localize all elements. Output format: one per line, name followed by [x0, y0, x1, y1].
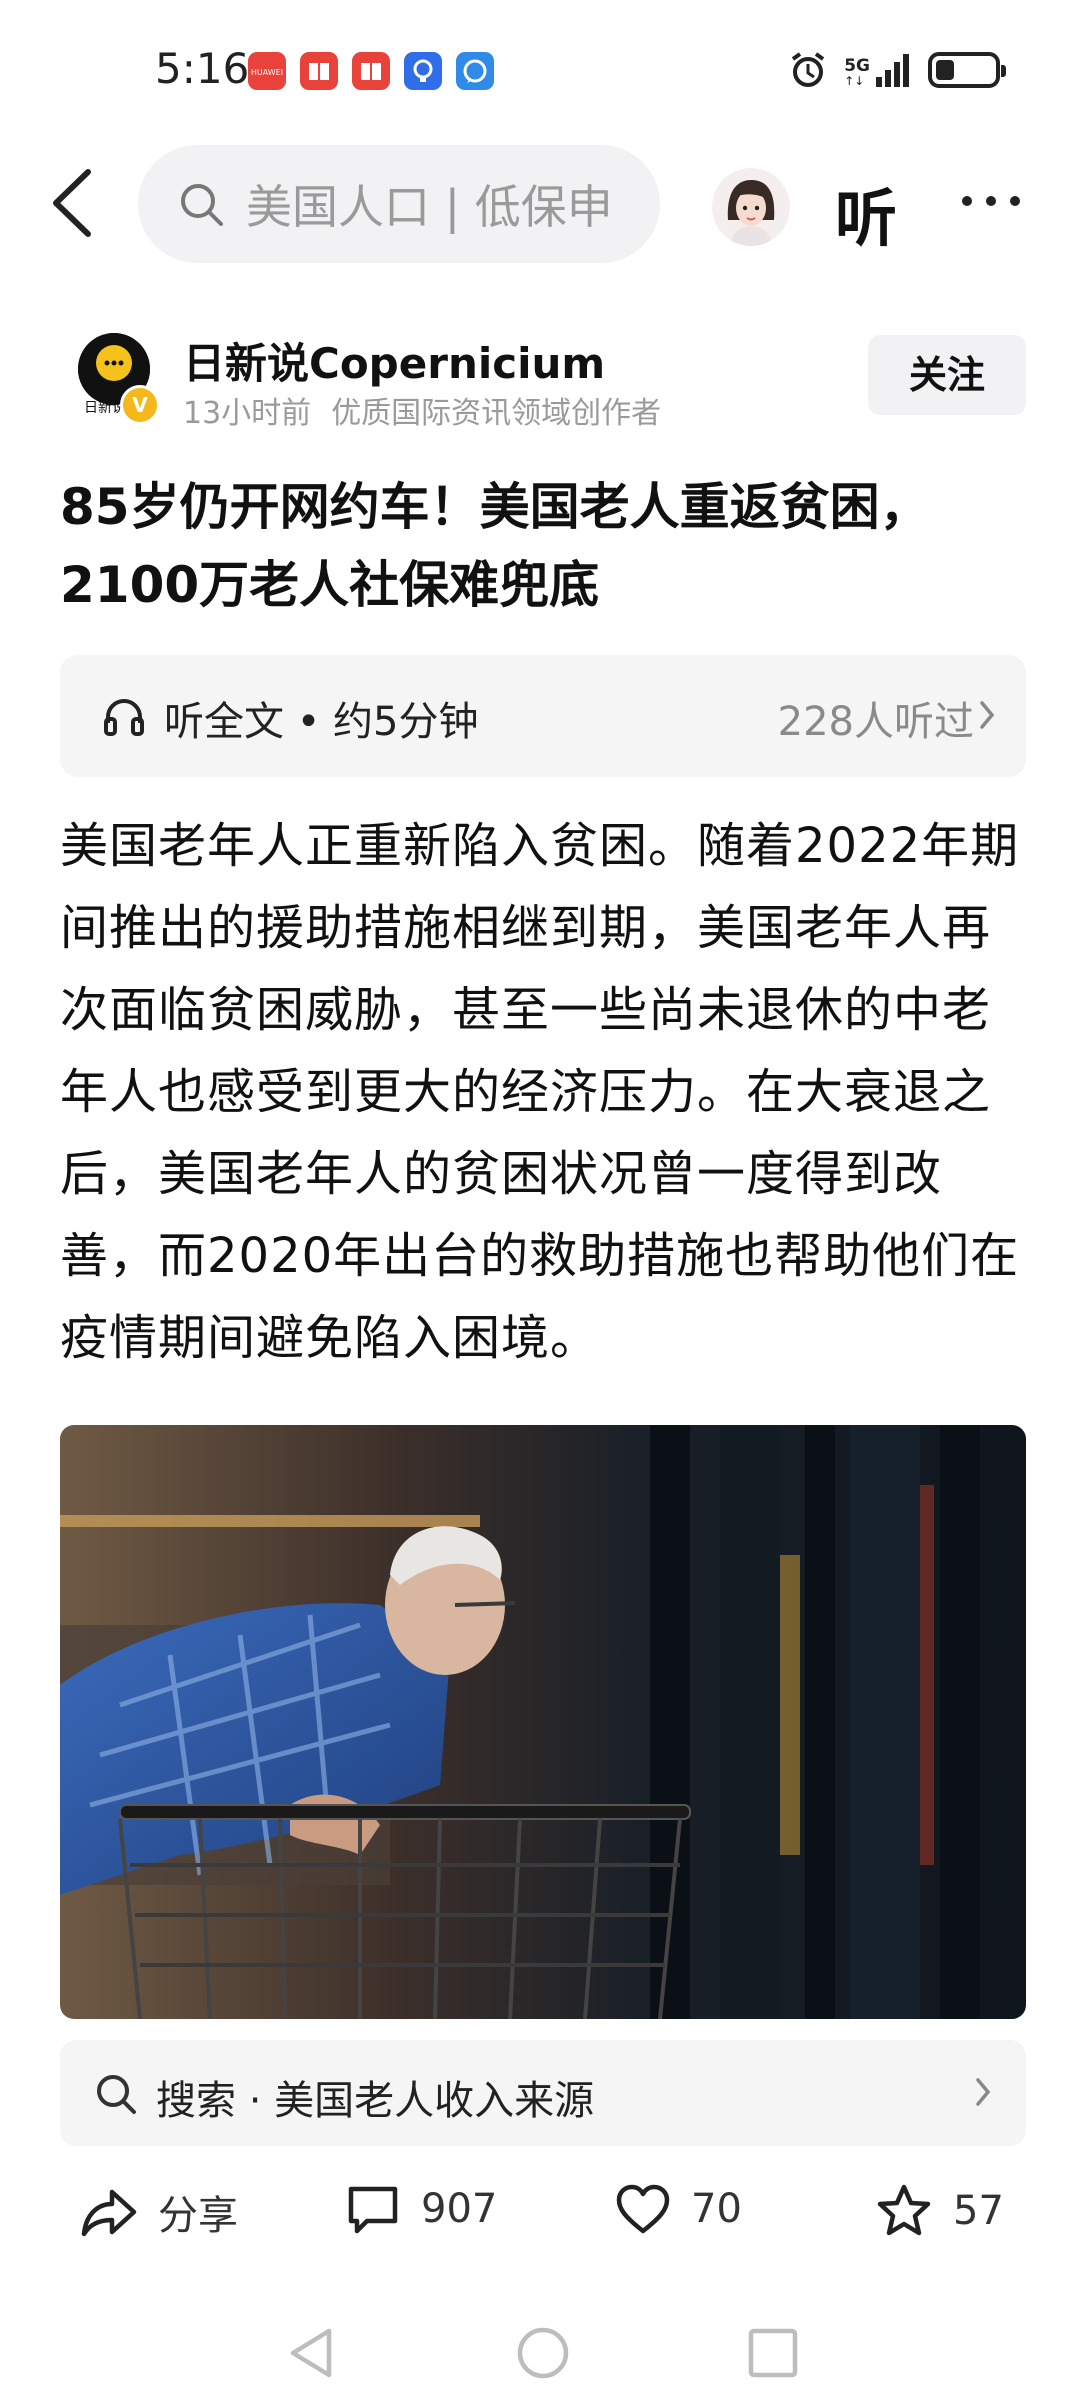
- share-label: 分享: [158, 2193, 238, 2239]
- book-app-icon-2: [352, 52, 390, 90]
- listen-count: 228人听过: [777, 699, 974, 745]
- share-icon: [81, 2189, 137, 2237]
- assistant-avatar[interactable]: [712, 168, 790, 246]
- like-count: 70: [691, 2186, 742, 2232]
- listen-button[interactable]: 听: [835, 168, 897, 258]
- headphones-icon: [104, 699, 144, 736]
- circle-home-icon: [517, 2327, 569, 2379]
- search-icon: [97, 2075, 136, 2114]
- chat-app-icon: [456, 52, 494, 90]
- author-meta: 13小时前 优质国际资讯领域创作者: [183, 388, 661, 432]
- related-search-bar[interactable]: 搜索 · 美国老人收入来源: [60, 2040, 1026, 2146]
- chevron-right-icon: [976, 2078, 991, 2106]
- triangle-back-icon: [290, 2328, 332, 2378]
- square-recents-icon: [748, 2328, 798, 2378]
- author-name[interactable]: 日新说Copernicium: [183, 330, 605, 391]
- related-search-text: 搜索 · 美国老人收入来源: [156, 2078, 595, 2124]
- comment-count: 907: [421, 2186, 498, 2232]
- search-icon: [181, 184, 223, 226]
- comment-icon: [348, 2186, 398, 2234]
- heart-icon: [616, 2184, 670, 2234]
- article-paragraph: 美国老年人正重新陷入贫困。随着2022年期间推出的援助措施相继到期，美国老年人再…: [60, 818, 1020, 1366]
- huawei-app-icon: HUAWEI: [248, 52, 286, 90]
- post-time: 13小时前: [183, 396, 312, 431]
- favorite-button[interactable]: 57: [875, 2183, 1004, 2239]
- favorite-count: 57: [953, 2188, 1004, 2234]
- listen-duration-label: 听全文 • 约5分钟: [164, 699, 479, 745]
- article-title: 85岁仍开网约车！美国老人重返贫困， 2100万老人社保难兜底: [60, 468, 1020, 624]
- nav-back-button[interactable]: [285, 2325, 335, 2385]
- status-time: 5:16: [155, 44, 250, 93]
- verified-badge-icon: V: [120, 385, 160, 425]
- article-title-line-2: 2100万老人社保难兜底: [60, 556, 600, 614]
- chevron-right-icon: [980, 701, 995, 729]
- back-arrow-icon: [53, 169, 91, 237]
- like-button[interactable]: 70: [615, 2183, 742, 2235]
- more-options-icon[interactable]: [962, 196, 1020, 206]
- article-photo[interactable]: [60, 1425, 1026, 2019]
- author-tagline: 优质国际资讯领域创作者: [331, 396, 662, 431]
- follow-button[interactable]: 关注: [868, 335, 1026, 415]
- signal-icon: [876, 54, 909, 87]
- svg-text:HUAWEI: HUAWEI: [251, 68, 283, 77]
- search-bar[interactable]: 美国人口 | 低保申: [138, 145, 660, 263]
- share-button[interactable]: 分享: [78, 2183, 238, 2241]
- alarm-icon: [792, 52, 825, 87]
- tips-app-icon: [404, 52, 442, 90]
- star-icon: [877, 2184, 931, 2236]
- nav-home-button[interactable]: [515, 2325, 571, 2385]
- search-query: 美国人口 | 低保申: [246, 180, 613, 234]
- nav-recents-button[interactable]: [745, 2325, 801, 2385]
- back-button[interactable]: [50, 168, 94, 242]
- status-indicators: 5G ↑↓: [788, 50, 1006, 90]
- network-type: 5G: [844, 56, 870, 76]
- book-app-icon: [300, 52, 338, 90]
- comment-button[interactable]: 907: [345, 2183, 497, 2235]
- battery-icon: [928, 52, 1006, 88]
- article-title-line-1: 85岁仍开网约车！美国老人重返贫困，: [60, 478, 930, 536]
- listen-full-text-card[interactable]: 听全文 • 约5分钟 228人听过: [60, 655, 1026, 777]
